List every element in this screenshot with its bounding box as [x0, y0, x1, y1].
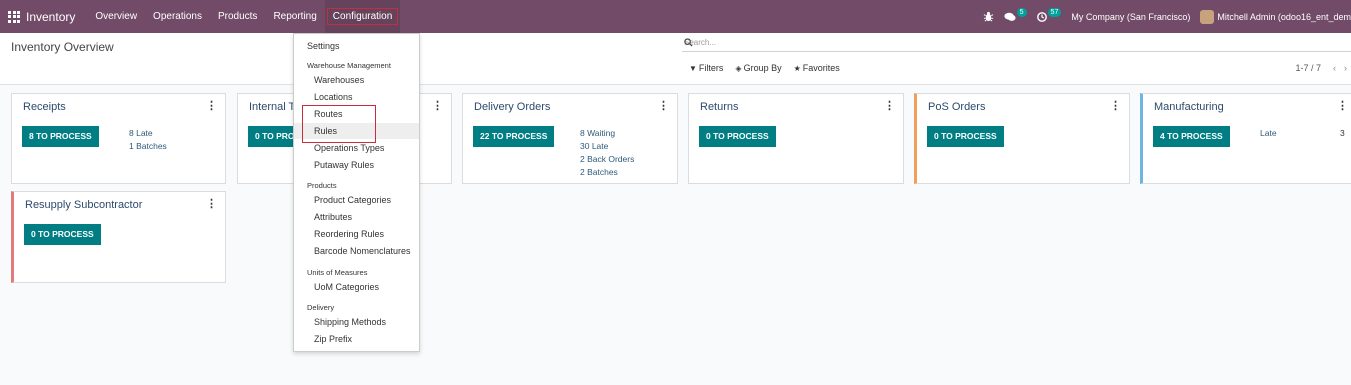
section-header: Delivery [307, 303, 335, 312]
card-title[interactable]: Manufacturing [1154, 101, 1224, 113]
favorites-button[interactable]: ★ Favorites [794, 63, 840, 73]
menu-item-putaway-rules[interactable]: Putaway Rules [294, 157, 419, 173]
menu-item-uom-categories[interactable]: UoM Categories [294, 279, 419, 295]
card-title[interactable]: Delivery Orders [474, 101, 550, 113]
card-title[interactable]: Internal T [249, 101, 295, 113]
card-stats: 8 Late 1 Batches [129, 127, 167, 153]
card-title[interactable]: PoS Orders [928, 101, 985, 113]
kebab-menu-icon[interactable]: ⋮ [206, 197, 217, 210]
navbar-right: 5 57 My Company (San Francisco) Mitchell… [983, 0, 1351, 33]
pager-value[interactable]: 1-7 / 7 [1295, 63, 1321, 73]
menu-item-zip-prefix[interactable]: Zip Prefix [294, 331, 419, 347]
menu-overview[interactable]: Overview [87, 0, 145, 33]
menu-item-product-categories[interactable]: Product Categories [294, 192, 419, 208]
filters-button[interactable]: ▼ Filters [689, 63, 723, 73]
to-process-button[interactable]: 8 TO PROCESS [22, 126, 99, 147]
kebab-menu-icon[interactable]: ⋮ [884, 99, 895, 112]
late-label[interactable]: Late [1260, 128, 1277, 138]
menu-item-reordering-rules[interactable]: Reordering Rules [294, 226, 419, 242]
search-icon[interactable] [684, 38, 1351, 49]
messages-button[interactable]: 5 [1004, 8, 1027, 22]
kebab-menu-icon[interactable]: ⋮ [1337, 99, 1348, 112]
kebab-menu-icon[interactable]: ⋮ [432, 99, 443, 112]
card-pos-orders[interactable]: PoS Orders ⋮ 0 TO PROCESS [914, 93, 1130, 184]
avatar [1200, 9, 1215, 24]
chevron-left-icon[interactable]: ‹ [1333, 63, 1336, 73]
groupby-label: Group By [743, 63, 782, 73]
menu-item-barcode-nomenclatures[interactable]: Barcode Nomenclatures [294, 243, 419, 259]
groupby-button[interactable]: ◈ Group By [735, 63, 781, 73]
menu-products[interactable]: Products [210, 0, 265, 33]
messages-badge: 5 [1016, 8, 1027, 17]
menu-configuration[interactable]: Configuration [324, 0, 401, 33]
section-header: Products [307, 181, 337, 190]
chevron-right-icon[interactable]: › [1344, 63, 1347, 73]
user-name: Mitchell Admin (odoo16_ent_dem [1217, 11, 1351, 22]
stat-link[interactable]: 8 Waiting [580, 127, 634, 140]
stat-link[interactable]: 30 Late [580, 140, 634, 153]
late-count: 3 [1340, 128, 1345, 138]
menu-item-locations[interactable]: Locations [294, 89, 419, 105]
menu-item-warehouses[interactable]: Warehouses [294, 72, 419, 88]
company-switcher[interactable]: My Company (San Francisco) [1071, 12, 1190, 22]
section-header: Warehouse Management [307, 61, 391, 70]
page-title: Inventory Overview [11, 40, 114, 54]
card-title[interactable]: Receipts [23, 101, 66, 113]
card-receipts[interactable]: Receipts ⋮ 8 TO PROCESS 8 Late 1 Batches [11, 93, 226, 184]
menu-item-settings[interactable]: Settings [294, 38, 419, 54]
card-stats: 8 Waiting 30 Late 2 Back Orders 2 Batche… [580, 127, 634, 179]
menu-item-shipping-methods[interactable]: Shipping Methods [294, 314, 419, 330]
card-returns[interactable]: Returns ⋮ 0 TO PROCESS [688, 93, 904, 184]
card-delivery-orders[interactable]: Delivery Orders ⋮ 22 TO PROCESS 8 Waitin… [462, 93, 678, 184]
to-process-button[interactable]: 0 TO PROCESS [699, 126, 776, 147]
card-title[interactable]: Resupply Subcontractor [25, 199, 142, 211]
filter-icon: ▼ [689, 63, 697, 73]
menu-item-attributes[interactable]: Attributes [294, 209, 419, 225]
menu-operations[interactable]: Operations [145, 0, 210, 33]
control-panel: Inventory Overview Search... ▼ Filters ◈ G… [0, 33, 1351, 85]
bug-icon[interactable] [983, 11, 994, 22]
favorites-label: Favorites [802, 63, 840, 73]
to-process-button[interactable]: 0 TO PROCESS [24, 224, 101, 245]
activities-button[interactable]: 57 [1036, 8, 1062, 22]
to-process-button[interactable]: 4 TO PROCESS [1153, 126, 1230, 147]
annotation-highlight-box [302, 105, 376, 143]
pager: 1-7 / 7 ‹ › [1295, 63, 1351, 73]
card-title[interactable]: Returns [700, 101, 739, 113]
kebab-menu-icon[interactable]: ⋮ [658, 99, 669, 112]
stat-link[interactable]: 1 Batches [129, 140, 167, 153]
star-icon: ★ [793, 63, 801, 73]
top-navbar: Inventory Overview Operations Products R… [0, 0, 1351, 33]
search-options: ▼ Filters ◈ Group By ★ Favorites [689, 63, 852, 73]
configuration-dropdown: Settings Warehouse Management Warehouses… [293, 33, 420, 352]
search-input[interactable]: Search... [682, 35, 1351, 52]
chat-icon [1004, 12, 1016, 21]
card-resupply-subcontractor[interactable]: Resupply Subcontractor ⋮ 0 TO PROCESS [11, 191, 226, 283]
app-name[interactable]: Inventory [26, 10, 75, 24]
menu-reporting[interactable]: Reporting [265, 0, 324, 33]
filters-label: Filters [698, 63, 724, 73]
apps-grid-icon[interactable] [8, 10, 20, 23]
stat-link[interactable]: 8 Late [129, 127, 167, 140]
section-header: Units of Measures [307, 268, 368, 277]
to-process-button[interactable]: 0 TO PROCESS [927, 126, 1004, 147]
stat-link[interactable]: 2 Back Orders [580, 153, 634, 166]
activities-badge: 57 [1047, 8, 1062, 17]
main-menu: Overview Operations Products Reporting C… [87, 0, 401, 33]
kebab-menu-icon[interactable]: ⋮ [206, 99, 217, 112]
card-manufacturing[interactable]: Manufacturing ⋮ 4 TO PROCESS Late 3 [1140, 93, 1351, 184]
layers-icon: ◈ [735, 63, 742, 73]
kebab-menu-icon[interactable]: ⋮ [1110, 99, 1121, 112]
to-process-button[interactable]: 22 TO PROCESS [473, 126, 555, 147]
user-menu[interactable]: Mitchell Admin (odoo16_ent_dem [1200, 9, 1351, 24]
stat-link[interactable]: 2 Batches [580, 166, 634, 179]
clock-icon [1036, 11, 1047, 22]
